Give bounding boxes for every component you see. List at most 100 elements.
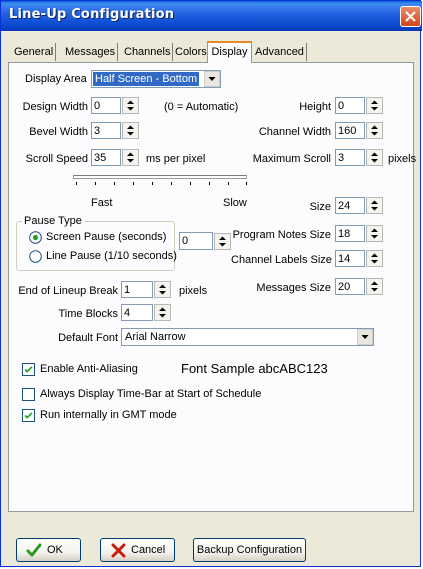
ok-button[interactable]: OK: [16, 538, 81, 562]
program-notes-size-spin-icon[interactable]: [366, 225, 383, 242]
channel-width-input[interactable]: [336, 123, 364, 138]
tab-display[interactable]: Display: [207, 41, 252, 63]
enable-antialiasing-checkbox[interactable]: [22, 363, 35, 376]
end-of-lineup-break-label: End of Lineup Break: [18, 285, 118, 297]
height-field[interactable]: [335, 97, 365, 114]
checkmark-icon: [26, 543, 42, 557]
height-label: Height: [299, 101, 331, 113]
end-of-lineup-break-spin-icon[interactable]: [154, 281, 171, 298]
messages-size-label: Messages Size: [256, 282, 331, 294]
pause-value-spin-icon[interactable]: [214, 233, 231, 250]
close-button[interactable]: [400, 6, 421, 27]
slider-fast-label: Fast: [91, 197, 113, 209]
design-width-field[interactable]: [91, 97, 121, 114]
maximum-scroll-label: Maximum Scroll: [252, 153, 331, 165]
scroll-speed-input[interactable]: [92, 150, 120, 165]
scroll-speed-field[interactable]: [91, 149, 121, 166]
channel-labels-size-spin-icon[interactable]: [366, 250, 383, 267]
channel-width-field[interactable]: [335, 122, 365, 139]
size-label: Size: [309, 201, 331, 213]
program-notes-size-field[interactable]: [335, 225, 365, 242]
default-font-select[interactable]: Arial Narrow: [121, 328, 374, 346]
design-width-label: Design Width: [22, 101, 88, 113]
time-blocks-spin-icon[interactable]: [154, 304, 171, 321]
maximum-scroll-input[interactable]: [336, 150, 364, 165]
design-width-spin-icon[interactable]: [122, 97, 139, 114]
title-bar[interactable]: Line-Up Configuration: [1, 1, 422, 31]
size-input[interactable]: [336, 198, 364, 213]
default-font-value: Arial Narrow: [125, 331, 186, 343]
run-gmt-label[interactable]: Run internally in GMT mode: [40, 409, 177, 421]
messages-size-field[interactable]: [335, 278, 365, 295]
enable-antialiasing-label[interactable]: Enable Anti-Aliasing: [40, 363, 138, 375]
time-blocks-input[interactable]: [122, 305, 152, 320]
program-notes-size-input[interactable]: [336, 226, 364, 241]
always-display-timebar-label[interactable]: Always Display Time-Bar at Start of Sche…: [40, 388, 261, 400]
scroll-speed-slider[interactable]: [73, 175, 247, 179]
slider-slow-label: Slow: [223, 197, 247, 209]
program-notes-size-label: Program Notes Size: [232, 229, 331, 241]
slider-tick: [152, 182, 153, 185]
screen-pause-label[interactable]: Screen Pause (seconds): [46, 231, 166, 243]
display-area-value: Half Screen - Bottom: [93, 72, 200, 86]
end-of-lineup-break-unit: pixels: [179, 285, 208, 297]
display-area-select[interactable]: Half Screen - Bottom: [91, 70, 221, 88]
line-pause-radio[interactable]: [29, 250, 42, 263]
checkmark-icon: [23, 364, 34, 375]
bevel-width-field[interactable]: [91, 122, 121, 139]
x-mark-icon: [111, 543, 126, 558]
bevel-width-spin-icon[interactable]: [122, 122, 139, 139]
time-blocks-field[interactable]: [121, 304, 153, 321]
screen-pause-radio[interactable]: [29, 231, 42, 244]
ok-button-label: OK: [47, 544, 63, 556]
bevel-width-label: Bevel Width: [29, 126, 88, 138]
default-font-label: Default Font: [58, 332, 118, 344]
tab-advanced[interactable]: Advanced: [253, 43, 307, 61]
window-title: Line-Up Configuration: [9, 7, 175, 22]
scroll-speed-spin-icon[interactable]: [122, 149, 139, 166]
cancel-button[interactable]: Cancel: [100, 538, 175, 562]
dropdown-arrow-icon: [357, 329, 373, 345]
design-width-note: (0 = Automatic): [164, 101, 239, 113]
messages-size-spin-icon[interactable]: [366, 278, 383, 295]
end-of-lineup-break-field[interactable]: [121, 281, 153, 298]
slider-tick: [246, 182, 247, 185]
size-field[interactable]: [335, 197, 365, 214]
end-of-lineup-break-input[interactable]: [122, 282, 152, 297]
pause-type-group: [16, 221, 175, 271]
line-pause-label[interactable]: Line Pause (1/10 seconds): [46, 250, 177, 262]
tab-messages[interactable]: Messages: [63, 43, 119, 61]
dialog-window: Line-Up Configuration General Messages C…: [0, 0, 422, 567]
bevel-width-input[interactable]: [92, 123, 120, 138]
tab-general[interactable]: General: [12, 43, 57, 61]
time-blocks-label: Time Blocks: [58, 308, 119, 320]
pause-type-label: Pause Type: [22, 215, 84, 227]
height-spin-icon[interactable]: [366, 97, 383, 114]
cancel-button-label: Cancel: [131, 544, 166, 556]
run-gmt-checkbox[interactable]: [22, 409, 35, 422]
design-width-input[interactable]: [92, 98, 120, 113]
pause-value-input[interactable]: [180, 233, 212, 248]
channel-width-spin-icon[interactable]: [366, 122, 383, 139]
channel-labels-size-field[interactable]: [335, 250, 365, 267]
slider-tick: [209, 182, 210, 185]
slider-tick: [190, 182, 191, 185]
tab-channels[interactable]: Channels: [122, 43, 174, 61]
maximum-scroll-unit: pixels: [388, 153, 417, 165]
slider-tick: [114, 182, 115, 185]
pause-value-field[interactable]: [179, 232, 213, 250]
height-input[interactable]: [336, 98, 364, 113]
maximum-scroll-field[interactable]: [335, 149, 365, 166]
dropdown-arrow-icon: [204, 71, 220, 87]
size-spin-icon[interactable]: [366, 197, 383, 214]
slider-tick: [171, 182, 172, 185]
backup-configuration-label: Backup Configuration: [196, 544, 303, 556]
display-area-label: Display Area: [25, 73, 87, 85]
messages-size-input[interactable]: [336, 279, 364, 294]
slider-tick: [228, 182, 229, 185]
maximum-scroll-spin-icon[interactable]: [366, 149, 383, 166]
always-display-timebar-checkbox[interactable]: [22, 388, 35, 401]
backup-configuration-button[interactable]: Backup Configuration: [193, 538, 306, 562]
channel-labels-size-input[interactable]: [336, 251, 364, 266]
tab-colors[interactable]: Colors: [173, 43, 210, 61]
